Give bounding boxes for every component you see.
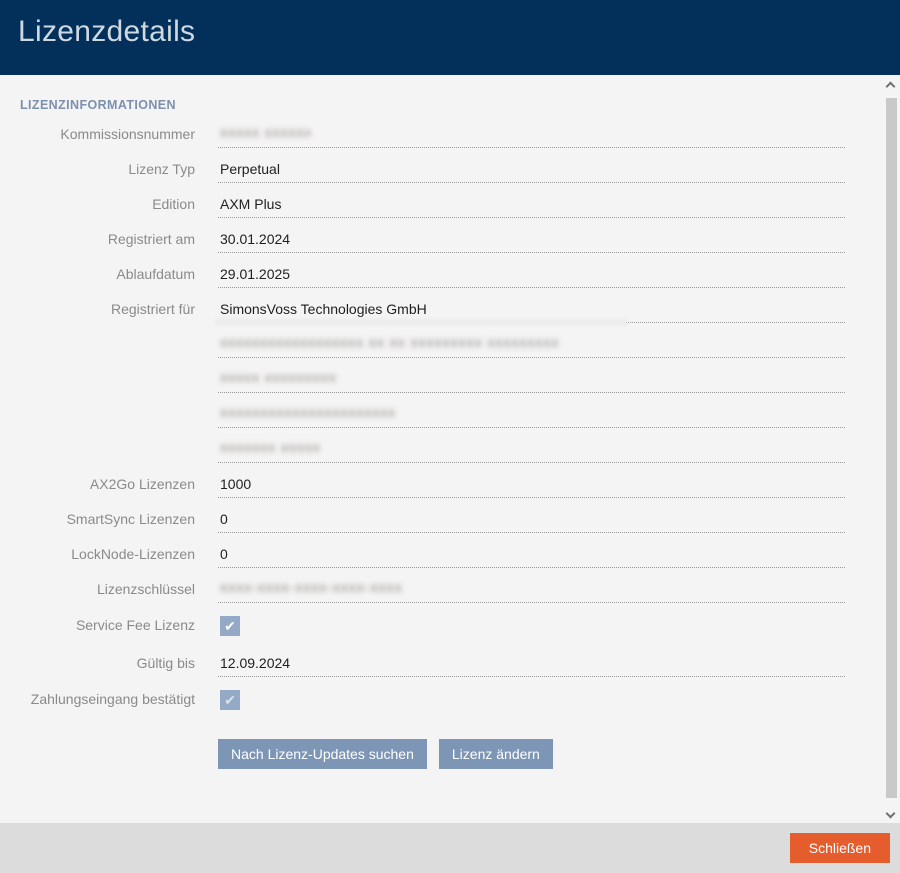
check-icon: ✔ (224, 619, 236, 633)
zahlungseingang-checkbox[interactable]: ✔ (220, 690, 240, 710)
field-label: SmartSync Lizenzen (20, 511, 195, 533)
field-label: Lizenz Typ (20, 161, 195, 183)
field-label (20, 352, 195, 358)
form-rows: Kommissionsnummer xxxxx xxxxxxx Lizenz T… (20, 113, 900, 769)
field-value: 29.01.2025 (220, 266, 290, 282)
field-row-registriert-fuer: Registriert für SimonsVoss Technologies … (20, 288, 900, 323)
field-row-kommissionsnummer: Kommissionsnummer xxxxx xxxxxxx (20, 113, 900, 148)
check-license-updates-button[interactable]: Nach Lizenz-Updates suchen (218, 739, 427, 769)
section-heading-lizenzinformationen: LIZENZINFORMATIONEN (20, 98, 900, 113)
field-row-lizenzschluessel: Lizenzschlüssel xxxx-xxxx-xxxx-xxxx-xxxx (20, 568, 900, 603)
address-field[interactable]: xxxxxxxxxxxxxxxxxx xx xx xxxxxxxxx xxxxx… (218, 334, 845, 358)
action-buttons: Nach Lizenz-Updates suchen Lizenz ändern (218, 739, 900, 769)
field-row-gueltig-bis: Gültig bis 12.09.2024 (20, 639, 900, 677)
smartsync-lizenzen-field[interactable]: 0 (218, 511, 845, 533)
field-row-service-fee: Service Fee Lizenz ✔ (20, 603, 900, 639)
field-label: Gültig bis (20, 655, 195, 677)
field-label: Registriert am (20, 231, 195, 253)
close-button[interactable]: Schließen (790, 833, 890, 863)
field-value: 1000 (220, 476, 251, 492)
scroll-up-button[interactable] (887, 83, 894, 90)
lizenzschluessel-field[interactable]: xxxx-xxxx-xxxx-xxxx-xxxx (218, 579, 845, 603)
field-label: Edition (20, 196, 195, 218)
scrollbar-thumb[interactable] (886, 98, 897, 798)
field-row-registriert-am: Registriert am 30.01.2024 (20, 218, 900, 253)
vertical-scrollbar[interactable] (882, 75, 900, 823)
field-label: Zahlungseingang bestätigt (20, 691, 195, 713)
field-value: 12.09.2024 (220, 655, 290, 671)
ax2go-lizenzen-field[interactable]: 1000 (218, 476, 845, 498)
field-value: 0 (220, 511, 228, 527)
field-label: Ablaufdatum (20, 266, 195, 288)
redacted-value: xxxx-xxxx-xxxx-xxxx-xxxx (220, 579, 402, 595)
lizenz-typ-field[interactable]: Perpetual (218, 161, 845, 183)
dialog-footer: Schließen (0, 823, 900, 873)
field-label: Lizenzschlüssel (20, 581, 195, 603)
field-row-lizenz-typ: Lizenz Typ Perpetual (20, 148, 900, 183)
locknode-lizenzen-field[interactable]: 0 (218, 546, 845, 568)
field-value: SimonsVoss Technologies GmbH (220, 301, 427, 317)
chevron-up-icon (886, 82, 896, 92)
field-value: 0 (220, 546, 228, 562)
contact-field[interactable]: xxxxx xxxxxxxxx (218, 369, 845, 393)
field-row-edition: Edition AXM Plus (20, 183, 900, 218)
field-label: Registriert für (20, 301, 195, 323)
scroll-down-button[interactable] (887, 810, 894, 817)
field-label (20, 422, 195, 428)
field-row-ax2go-lizenzen: AX2Go Lizenzen 1000 (20, 463, 900, 498)
change-license-button[interactable]: Lizenz ändern (439, 739, 553, 769)
field-row-ablaufdatum: Ablaufdatum 29.01.2025 (20, 253, 900, 288)
field-value: 30.01.2024 (220, 231, 290, 247)
field-row-address: xxxxxxxxxxxxxxxxxx xx xx xxxxxxxxx xxxxx… (20, 323, 900, 358)
field-row-phone: xxxxxxx xxxxx (20, 428, 900, 463)
field-row-locknode-lizenzen: LockNode-Lizenzen 0 (20, 533, 900, 568)
redacted-value: xxxxxxx xxxxx (220, 439, 320, 455)
field-label: Kommissionsnummer (20, 126, 195, 148)
field-value: AXM Plus (220, 196, 281, 212)
check-icon: ✔ (224, 693, 236, 707)
field-label: LockNode-Lizenzen (20, 546, 195, 568)
registriert-am-field[interactable]: 30.01.2024 (218, 231, 845, 253)
edition-field[interactable]: AXM Plus (218, 196, 845, 218)
redacted-value: xxxxxxxxxxxxxxxxxxxxxxx (220, 404, 395, 420)
redacted-value: xxxxxxxxxxxxxxxxxx xx xx xxxxxxxxx xxxxx… (220, 334, 592, 350)
field-row-contact: xxxxx xxxxxxxxx (20, 358, 900, 393)
registriert-fuer-field[interactable]: SimonsVoss Technologies GmbH (218, 301, 845, 323)
field-value: Perpetual (220, 161, 280, 177)
kommissionsnummer-field[interactable]: xxxxx xxxxxxx (218, 124, 845, 148)
chevron-down-icon (886, 809, 896, 819)
phone-field[interactable]: xxxxxxx xxxxx (218, 439, 845, 463)
field-label (20, 387, 195, 393)
license-details-window: Lizenzdetails LIZENZINFORMATIONEN Kommis… (0, 0, 900, 873)
service-fee-cell: ✔ (218, 616, 845, 639)
zahlungseingang-cell: ✔ (218, 690, 845, 713)
field-label (20, 457, 195, 463)
redacted-value: xxxxx xxxxxxxxx (220, 369, 342, 385)
redacted-value: xxxxx xxxxxxx (220, 124, 310, 140)
field-label: AX2Go Lizenzen (20, 476, 195, 498)
window-header: Lizenzdetails (0, 0, 900, 75)
content-area: LIZENZINFORMATIONEN Kommissionsnummer xx… (0, 75, 900, 823)
service-fee-checkbox[interactable]: ✔ (220, 616, 240, 636)
field-label: Service Fee Lizenz (20, 617, 195, 639)
gueltig-bis-field[interactable]: 12.09.2024 (218, 655, 845, 677)
ablaufdatum-field[interactable]: 29.01.2025 (218, 266, 845, 288)
field-row-zahlungseingang: Zahlungseingang bestätigt ✔ (20, 677, 900, 713)
email-field[interactable]: xxxxxxxxxxxxxxxxxxxxxxx (218, 404, 845, 428)
field-row-email: xxxxxxxxxxxxxxxxxxxxxxx (20, 393, 900, 428)
field-row-smartsync-lizenzen: SmartSync Lizenzen 0 (20, 498, 900, 533)
page-title: Lizenzdetails (0, 0, 900, 49)
